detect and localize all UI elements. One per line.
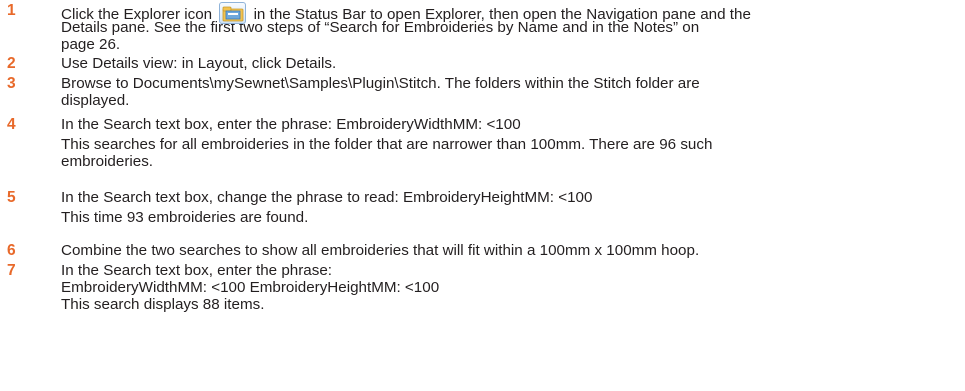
step-line: page 26. <box>61 36 121 53</box>
step-text: In the Search text box, change the phras… <box>61 189 956 226</box>
step-line: In the Search text box, change the phras… <box>61 189 593 206</box>
explorer-icon <box>219 2 247 24</box>
step-number: 3 <box>7 75 16 92</box>
step-line: Use Details view: in Layout, click Detai… <box>61 55 337 72</box>
step-line: embroideries. <box>61 153 154 170</box>
step-text: Combine the two searches to show all emb… <box>61 242 956 259</box>
step-number: 6 <box>7 242 16 259</box>
step-text: Browse to Documents\mySewnet\Samples\Plu… <box>61 75 956 109</box>
step-line: Browse to Documents\mySewnet\Samples\Plu… <box>61 75 700 92</box>
step-line: This search displays 88 items. <box>61 296 265 313</box>
step-text: In the Search text box, enter the phrase… <box>61 262 956 313</box>
step-line: This searches for all embroideries in th… <box>61 136 713 153</box>
step-line: Combine the two searches to show all emb… <box>61 242 700 259</box>
step-line: Click the Explorer icon in the Status Ba… <box>61 2 956 24</box>
step-number: 1 <box>7 2 16 19</box>
step-line: displayed. <box>61 92 130 109</box>
step-line: EmbroideryWidthMM: <100 EmbroideryHeight… <box>61 279 440 296</box>
step-text: Click the Explorer icon in the Status Ba… <box>61 2 956 53</box>
step-number: 2 <box>7 55 16 72</box>
step-number: 7 <box>7 262 16 279</box>
step-line: Details pane. See the first two steps of… <box>61 19 700 36</box>
step-line: This time 93 embroideries are found. <box>61 209 309 226</box>
step-text: Use Details view: in Layout, click Detai… <box>61 55 956 72</box>
step-line: In the Search text box, enter the phrase… <box>61 262 333 279</box>
step-line: In the Search text box, enter the phrase… <box>61 116 521 133</box>
step-text: In the Search text box, enter the phrase… <box>61 116 956 170</box>
step-number: 5 <box>7 189 16 206</box>
step-number: 4 <box>7 116 16 133</box>
